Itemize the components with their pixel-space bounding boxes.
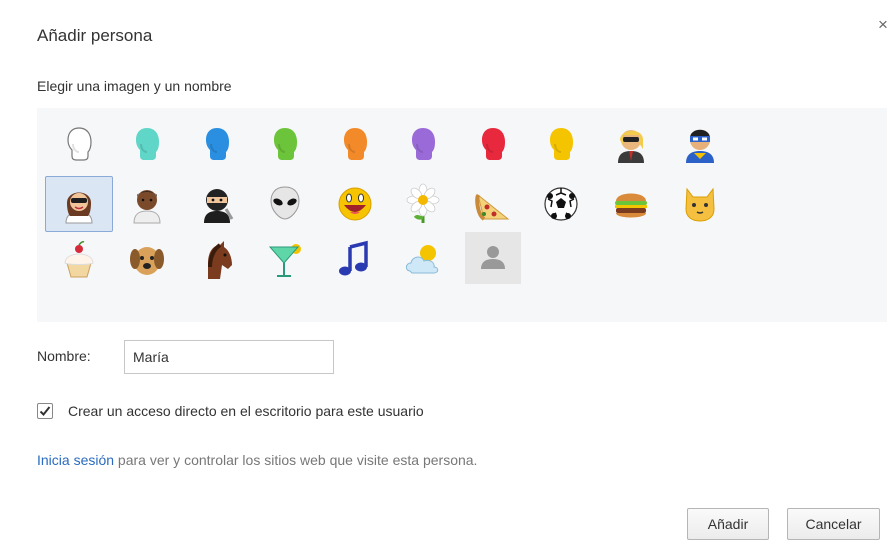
cupcake-icon [58,239,100,281]
avatar-alien[interactable] [251,176,319,232]
avatar-grid [37,108,887,322]
superhero-icon [679,123,721,165]
cancel-button[interactable]: Cancelar [787,508,880,540]
pizza-icon [472,183,514,225]
avatar-generic-blue[interactable] [183,116,251,172]
dialog-subtitle: Elegir una imagen y un nombre [37,78,232,94]
avatar-generic-cyan[interactable] [113,116,181,172]
sun-cloud-icon [402,239,444,281]
avatar-smiley[interactable] [321,176,389,232]
avatar-weather[interactable] [389,232,457,288]
avatar-generic-white[interactable] [45,116,113,172]
add-person-dialog: Añadir persona × Elegir una imagen y un … [0,0,895,552]
avatar-cat[interactable] [666,176,734,232]
ninja-icon [196,183,238,225]
avatar-hamburger[interactable] [597,176,665,232]
man-icon [126,183,168,225]
avatar-cupcake[interactable] [45,232,113,288]
avatar-cocktail[interactable] [251,232,319,288]
head-silhouette-yellow-icon [540,123,582,165]
dialog-title: Añadir persona [37,26,153,45]
avatar-ninja[interactable] [183,176,251,232]
alien-icon [264,183,306,225]
avatar-placeholder[interactable] [465,232,521,284]
head-silhouette-blue-icon [196,123,238,165]
head-silhouette-red-icon [472,123,514,165]
avatar-generic-purple[interactable] [389,116,457,172]
smiley-icon [334,183,376,225]
head-silhouette-green-icon [264,123,306,165]
businessman-icon [610,123,652,165]
avatar-man[interactable] [113,176,181,232]
head-silhouette-orange-icon [334,123,376,165]
signin-text: Inicia sesión para ver y controlar los s… [37,452,477,468]
avatar-generic-green[interactable] [251,116,319,172]
hamburger-icon [610,183,652,225]
shortcut-label: Crear un acceso directo en el escritorio… [68,403,424,419]
avatar-music-note[interactable] [321,232,389,288]
signin-link[interactable]: Inicia sesión [37,452,114,468]
name-input[interactable] [124,340,334,374]
head-silhouette-cyan-icon [126,123,168,165]
music-note-icon [334,239,376,281]
avatar-businessman[interactable] [597,116,665,172]
avatar-woman[interactable] [45,176,113,232]
avatar-dog[interactable] [113,232,181,288]
avatar-generic-yellow[interactable] [527,116,595,172]
avatar-soccer-ball[interactable] [527,176,595,232]
head-silhouette-purple-icon [402,123,444,165]
name-label: Nombre: [37,348,91,364]
avatar-generic-orange[interactable] [321,116,389,172]
avatar-pizza[interactable] [459,176,527,232]
checkmark-icon [39,406,51,416]
soccer-ball-icon [540,183,582,225]
horse-icon [196,239,238,281]
add-button[interactable]: Añadir [687,508,769,540]
cocktail-icon [264,239,306,281]
avatar-flower[interactable] [389,176,457,232]
avatar-superhero[interactable] [666,116,734,172]
woman-icon [58,183,100,225]
placeholder-person-icon [472,237,514,279]
avatar-generic-red[interactable] [459,116,527,172]
cat-icon [679,183,721,225]
avatar-horse[interactable] [183,232,251,288]
signin-description: para ver y controlar los sitios web que … [114,452,478,468]
dog-icon [126,239,168,281]
flower-icon [402,183,444,225]
shortcut-row: Crear un acceso directo en el escritorio… [37,403,424,419]
head-silhouette-white-icon [58,123,100,165]
close-icon[interactable]: × [878,16,888,33]
shortcut-checkbox[interactable] [37,403,53,419]
